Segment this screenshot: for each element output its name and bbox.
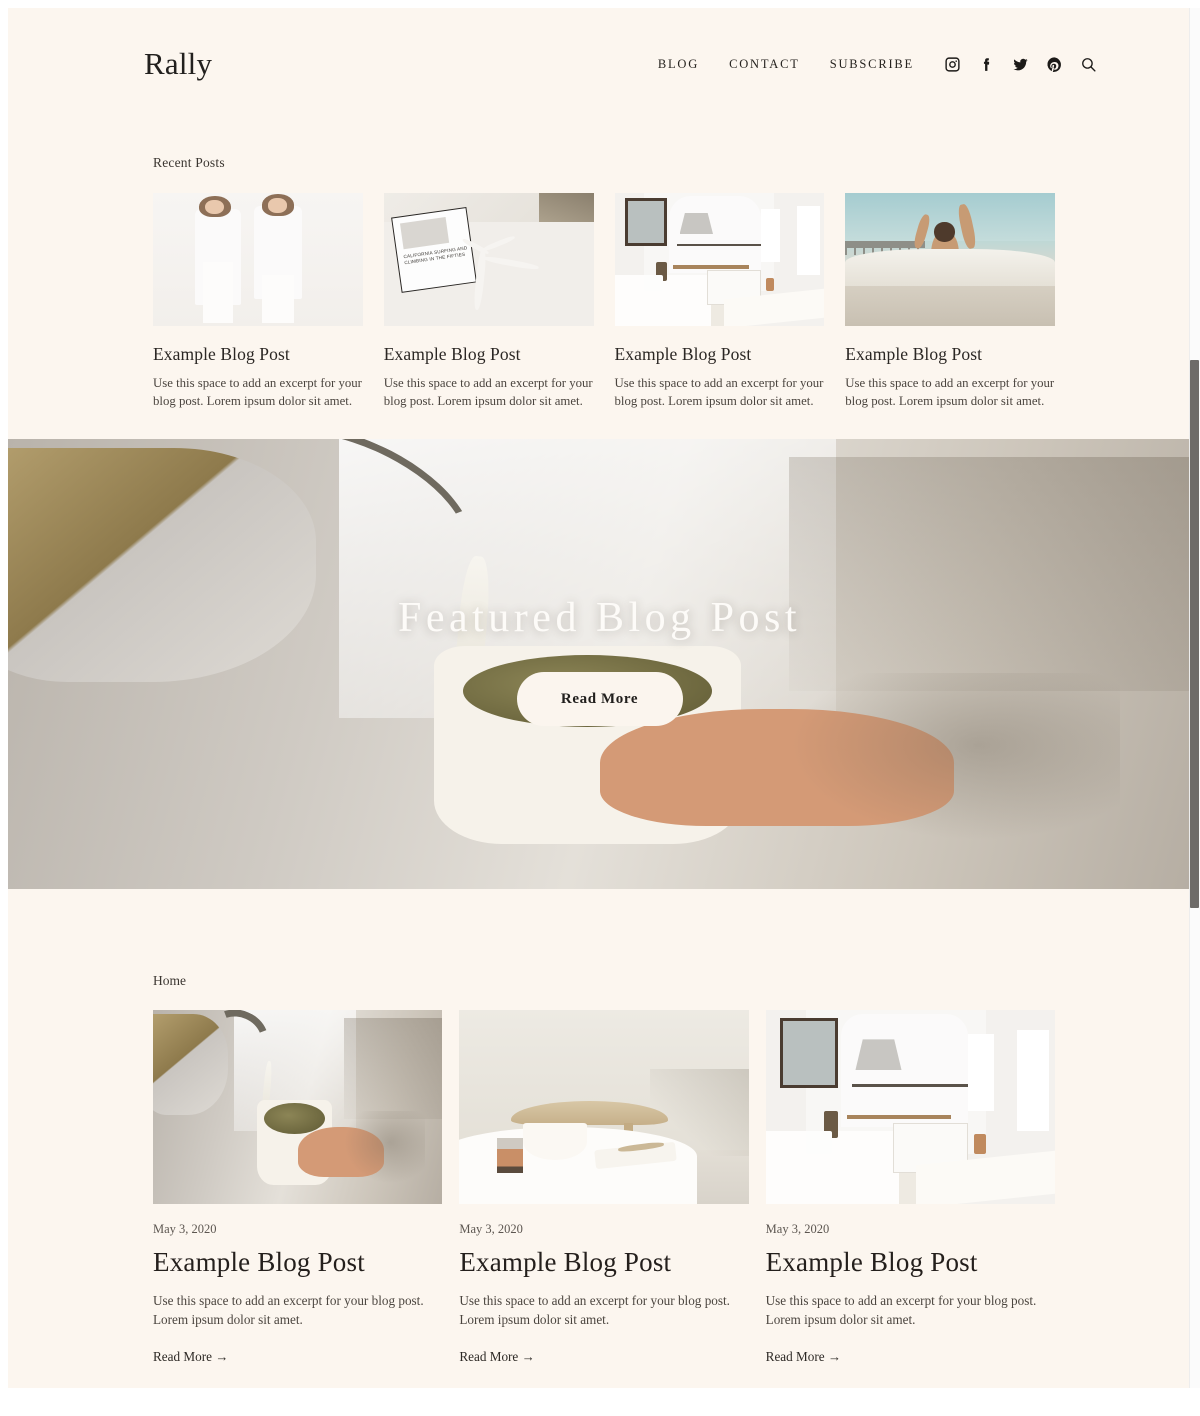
ocean-waves-image [845, 193, 1055, 326]
nav-item-blog[interactable]: BLOG [658, 57, 699, 72]
book-and-antler-image: CALIFORNIA SURFING AND CLIMBING IN THE F… [383, 193, 594, 326]
recent-post-title[interactable]: Example Blog Post [153, 344, 363, 365]
blog-post-excerpt: Use this space to add an excerpt for you… [153, 1293, 424, 1328]
recent-post-card[interactable]: Example Blog Post Use this space to add … [845, 193, 1055, 410]
featured-read-more-button[interactable]: Read More [516, 672, 683, 727]
page-content: Rally BLOG CONTACT SUBSCRIBE Recent Post… [8, 8, 1192, 1388]
recent-post-thumbnail[interactable] [614, 193, 825, 326]
blog-post-title[interactable]: Example Blog Post [153, 1247, 442, 1278]
facebook-icon[interactable] [978, 56, 995, 73]
blog-post-read-more-link[interactable]: Read More → [153, 1349, 228, 1365]
vertical-scrollbar-track[interactable] [1189, 8, 1200, 1388]
featured-banner: Featured Blog Post Read More [8, 439, 1191, 890]
blog-post-thumbnail[interactable] [153, 1010, 443, 1205]
nav-item-contact[interactable]: CONTACT [729, 57, 800, 72]
twitter-icon[interactable] [1012, 56, 1029, 73]
recent-posts-grid: Example Blog Post Use this space to add … [153, 193, 1055, 410]
recent-post-excerpt: Use this space to add an excerpt for you… [845, 376, 1055, 409]
browser-viewport: Rally BLOG CONTACT SUBSCRIBE Recent Post… [0, 0, 1200, 1416]
blog-post-card[interactable]: May 3, 2020 Example Blog Post Use this s… [153, 1010, 443, 1365]
white-kitchen-image [614, 193, 825, 326]
recent-post-title[interactable]: Example Blog Post [845, 344, 1055, 365]
featured-banner-content: Featured Blog Post Read More [398, 594, 801, 727]
home-label: Home [153, 973, 186, 989]
search-icon[interactable] [1080, 56, 1097, 73]
home-posts-grid: May 3, 2020 Example Blog Post Use this s… [153, 1010, 1055, 1365]
nav-item-subscribe[interactable]: SUBSCRIBE [830, 57, 914, 72]
recent-post-thumbnail[interactable] [153, 193, 363, 326]
social-links [944, 56, 1097, 73]
blog-post-card[interactable]: May 3, 2020 Example Blog Post Use this s… [765, 1010, 1055, 1365]
home-posts-section: Home May 3, 2020 Example Blog Post Use t… [8, 889, 1191, 1365]
recent-post-card[interactable]: Example Blog Post Use this space to add … [614, 193, 825, 410]
recent-post-excerpt: Use this space to add an excerpt for you… [383, 376, 593, 409]
recent-post-excerpt: Use this space to add an excerpt for you… [153, 376, 362, 409]
recent-post-thumbnail[interactable]: CALIFORNIA SURFING AND CLIMBING IN THE F… [383, 193, 594, 326]
white-kitchen-image [765, 1010, 1055, 1205]
blog-post-read-more-link[interactable]: Read More → [766, 1349, 841, 1365]
recent-post-excerpt: Use this space to add an excerpt for you… [614, 376, 824, 409]
recent-posts-section: Recent Posts Example Blog Post Use this … [8, 120, 1191, 410]
pinterest-icon[interactable] [1046, 56, 1063, 73]
blog-post-excerpt: Use this space to add an excerpt for you… [765, 1293, 1037, 1328]
tea-pouring-image [153, 1010, 443, 1205]
blog-post-thumbnail[interactable] [459, 1010, 749, 1205]
blog-post-title[interactable]: Example Blog Post [459, 1247, 748, 1278]
blog-post-date: May 3, 2020 [153, 1222, 217, 1237]
blog-post-date: May 3, 2020 [459, 1222, 523, 1237]
primary-navigation: BLOG CONTACT SUBSCRIBE [658, 57, 914, 72]
featured-banner-title: Featured Blog Post [398, 595, 801, 642]
blog-post-excerpt: Use this space to add an excerpt for you… [459, 1293, 730, 1328]
site-brand-logo[interactable]: Rally [144, 46, 212, 82]
header-right: BLOG CONTACT SUBSCRIBE [658, 56, 1131, 73]
recent-post-card[interactable]: CALIFORNIA SURFING AND CLIMBING IN THE F… [383, 193, 594, 410]
recent-post-title[interactable]: Example Blog Post [384, 344, 594, 365]
blog-post-read-more-link[interactable]: Read More → [459, 1349, 534, 1365]
recent-posts-label: Recent Posts [153, 155, 225, 170]
bowl-on-table-image [459, 1010, 749, 1205]
instagram-icon[interactable] [944, 56, 961, 73]
recent-post-card[interactable]: Example Blog Post Use this space to add … [153, 193, 363, 410]
blog-post-date: May 3, 2020 [765, 1222, 830, 1237]
blog-post-card[interactable]: May 3, 2020 Example Blog Post Use this s… [459, 1010, 749, 1365]
blog-post-title[interactable]: Example Blog Post [766, 1247, 1055, 1278]
two-women-in-white-image [153, 193, 363, 326]
recent-post-title[interactable]: Example Blog Post [615, 344, 825, 365]
vertical-scrollbar-thumb[interactable] [1190, 360, 1199, 908]
blog-post-thumbnail[interactable] [765, 1010, 1055, 1205]
recent-post-thumbnail[interactable] [845, 193, 1055, 326]
site-header: Rally BLOG CONTACT SUBSCRIBE [8, 8, 1191, 120]
